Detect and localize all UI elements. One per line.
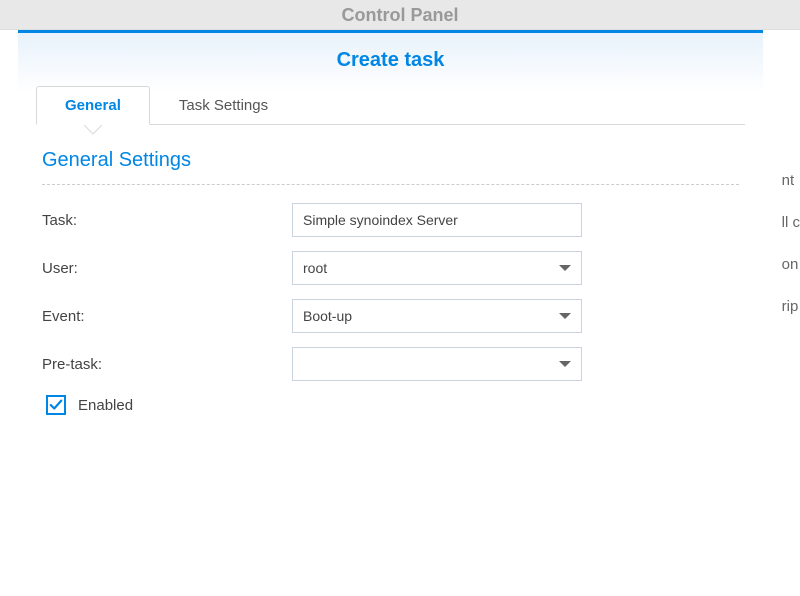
tab-bar: General Task Settings — [36, 86, 745, 125]
user-label: User: — [42, 260, 292, 277]
modal-title: Create task — [18, 33, 763, 86]
field-row-task: Task: — [42, 203, 739, 237]
tab-content: General Settings Task: User: root Event:… — [18, 125, 763, 415]
enabled-label: Enabled — [78, 397, 133, 414]
pretask-label: Pre-task: — [42, 356, 292, 373]
task-input[interactable] — [292, 203, 582, 237]
event-select-value: Boot-up — [303, 308, 559, 324]
tab-general[interactable]: General — [36, 86, 150, 125]
tab-task-settings-label: Task Settings — [179, 97, 268, 114]
chevron-down-icon — [559, 265, 571, 271]
pretask-select[interactable] — [292, 347, 582, 381]
field-row-user: User: root — [42, 251, 739, 285]
background-clipped-text: nt ll c on rip — [782, 160, 800, 328]
background-window-title: Control Panel — [341, 5, 458, 25]
field-row-enabled: Enabled — [46, 395, 739, 415]
field-row-pretask: Pre-task: — [42, 347, 739, 381]
user-select-value: root — [303, 260, 559, 276]
check-icon — [49, 398, 63, 412]
chevron-down-icon — [559, 313, 571, 319]
enabled-checkbox[interactable] — [46, 395, 66, 415]
create-task-modal: Create task General Task Settings Genera… — [18, 30, 763, 596]
tab-general-label: General — [65, 97, 121, 114]
section-title: General Settings — [42, 149, 739, 185]
field-row-event: Event: Boot-up — [42, 299, 739, 333]
background-window-header: Control Panel — [0, 0, 800, 30]
task-label: Task: — [42, 212, 292, 229]
event-label: Event: — [42, 308, 292, 325]
chevron-down-icon — [559, 361, 571, 367]
event-select[interactable]: Boot-up — [292, 299, 582, 333]
user-select[interactable]: root — [292, 251, 582, 285]
tab-task-settings[interactable]: Task Settings — [150, 86, 297, 125]
